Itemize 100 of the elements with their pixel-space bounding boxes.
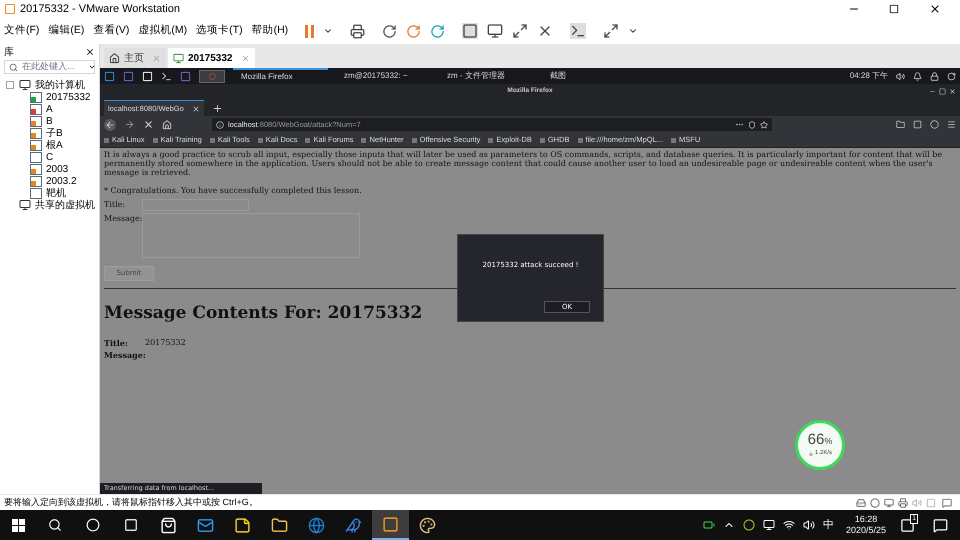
app-logo-icon xyxy=(4,3,16,15)
bookmark-icon xyxy=(671,138,676,142)
task-button[interactable]: zm - 文件管理器 xyxy=(439,68,534,84)
console-view-icon[interactable] xyxy=(487,23,504,39)
vm-tab[interactable]: 主页 xyxy=(104,48,166,68)
volume-icon[interactable] xyxy=(896,72,905,80)
task-button[interactable]: zm@20175332: ~ xyxy=(336,68,431,84)
dropdown-icon[interactable] xyxy=(88,63,96,71)
tree-item[interactable]: 根A xyxy=(0,139,99,151)
vm-tab[interactable]: 20175332 xyxy=(168,48,254,68)
search-field[interactable]: 在此处键入... xyxy=(4,60,95,74)
status-hint: 要将输入定向到该虚拟机，请将鼠标指针移入其中或按 Ctrl+G。 xyxy=(4,496,258,509)
menu-item[interactable]: 编辑(E) xyxy=(48,23,84,39)
bookmark-icon xyxy=(305,138,310,142)
close-icon[interactable] xyxy=(192,104,200,112)
vm-icon xyxy=(30,164,42,174)
vm-icon xyxy=(173,52,184,64)
vm-icon xyxy=(30,128,42,138)
bookmark-icon xyxy=(540,138,545,142)
bookmark-icon xyxy=(104,138,109,142)
result-message-label: Message: xyxy=(104,348,147,361)
tree-item[interactable]: C xyxy=(0,151,99,163)
bookmark-icon xyxy=(210,138,215,142)
bookmark-icon xyxy=(412,138,417,142)
stretch-icon[interactable] xyxy=(603,23,620,39)
task-button[interactable] xyxy=(199,70,225,82)
printer-icon[interactable] xyxy=(898,498,908,508)
result-title-value: 20175332 xyxy=(145,336,186,349)
task-button[interactable]: 截图 xyxy=(542,68,637,84)
download-icon xyxy=(808,450,814,456)
menu-item[interactable]: 虚拟机(M) xyxy=(138,23,188,39)
battery-icon[interactable] xyxy=(702,519,715,531)
terminal-icon[interactable] xyxy=(570,23,586,39)
bookmark-icon xyxy=(488,138,494,142)
pause-icon[interactable] xyxy=(305,24,314,38)
notification-icon[interactable] xyxy=(913,72,922,80)
back-icon[interactable] xyxy=(104,118,116,130)
vm-icon xyxy=(30,116,42,126)
bookmark-icon xyxy=(258,138,263,142)
lock-icon[interactable] xyxy=(930,72,939,80)
tree-item[interactable]: 我的计算机 xyxy=(0,79,99,91)
input-method-indicator[interactable]: 中 xyxy=(822,516,834,534)
computer-icon xyxy=(19,79,31,91)
tree-item[interactable]: A xyxy=(0,103,99,115)
title-label: Title: xyxy=(104,199,126,211)
tree-item[interactable]: 靶机 xyxy=(0,187,99,199)
vm-icon xyxy=(30,92,42,102)
search-icon[interactable] xyxy=(48,518,62,532)
vm-icon xyxy=(30,152,42,162)
usage-percent: 66% xyxy=(808,432,832,449)
tree-item[interactable]: B xyxy=(0,115,99,127)
library-title: 库 xyxy=(4,46,14,60)
network-adapter-icon[interactable] xyxy=(884,498,894,508)
tree-item[interactable]: 共享的虚拟机 xyxy=(0,199,99,211)
bookmark-icon xyxy=(152,138,158,142)
success-message: * Congratulations. You have successfully completed this lesson. xyxy=(104,185,363,197)
close-icon[interactable] xyxy=(929,3,941,15)
message-label: Message: xyxy=(104,213,142,225)
stop-icon[interactable] xyxy=(143,119,154,130)
computer-icon xyxy=(19,199,31,211)
intro-paragraph: It is always a good practice to scrub all input, especially those inputs that will later be used as parameters to OS commands, scripts, and database queries. It is particularly important for content that will be permanently stored somewhere in the application. Users should not be able to create message content that could cause another user to load an undesireable page or undesireable content when the user's message is retrieved. xyxy=(104,150,944,177)
menu-item[interactable]: 文件(F) xyxy=(4,23,40,39)
maximize-icon[interactable] xyxy=(889,4,899,14)
vm-icon xyxy=(30,188,42,198)
new-tab-icon[interactable] xyxy=(212,103,223,114)
home-icon[interactable] xyxy=(162,120,172,130)
volume-icon[interactable] xyxy=(802,519,815,531)
home-icon xyxy=(109,52,120,64)
result-title-label: Title: xyxy=(104,336,129,349)
menu-item[interactable]: 查看(V) xyxy=(93,23,130,39)
terminal-icon[interactable] xyxy=(161,70,172,82)
library-icon[interactable] xyxy=(896,120,905,129)
shield-icon[interactable] xyxy=(748,120,756,128)
tray-monitor-icon[interactable] xyxy=(762,519,775,531)
search-icon xyxy=(9,62,18,72)
menu-icon[interactable] xyxy=(947,120,956,129)
full-screen-icon[interactable] xyxy=(512,23,528,39)
tree-item[interactable]: 2003.2 xyxy=(0,175,99,187)
star-icon[interactable] xyxy=(760,120,768,128)
close-icon[interactable] xyxy=(85,47,95,57)
tray-app-icon[interactable] xyxy=(742,519,755,531)
tree-item[interactable]: 子B xyxy=(0,127,99,139)
bookmark-icon xyxy=(361,138,366,142)
menu-item[interactable]: 选项卡(T) xyxy=(196,23,243,39)
vm-icon xyxy=(30,176,42,186)
tree-item[interactable]: 20175332 xyxy=(0,91,99,103)
vm-icon xyxy=(30,140,42,150)
forward-icon[interactable] xyxy=(124,119,135,130)
info-icon[interactable] xyxy=(216,120,224,128)
bookmark-icon xyxy=(578,138,583,142)
taskbar-clock[interactable]: 16:28 2020/5/25 xyxy=(846,514,886,536)
action-center-icon[interactable] xyxy=(933,518,948,532)
tree-item[interactable]: 2003 xyxy=(0,163,99,175)
vm-icon xyxy=(30,104,42,114)
close-icon[interactable] xyxy=(949,88,956,94)
message-log-icon[interactable] xyxy=(942,498,952,508)
page-heading: Message Contents For: 20175332 xyxy=(104,302,422,326)
menu-item[interactable]: 帮助(H) xyxy=(252,23,288,39)
collapse-icon[interactable] xyxy=(6,81,14,89)
panel-clock: 04:28 下午 xyxy=(850,70,888,82)
